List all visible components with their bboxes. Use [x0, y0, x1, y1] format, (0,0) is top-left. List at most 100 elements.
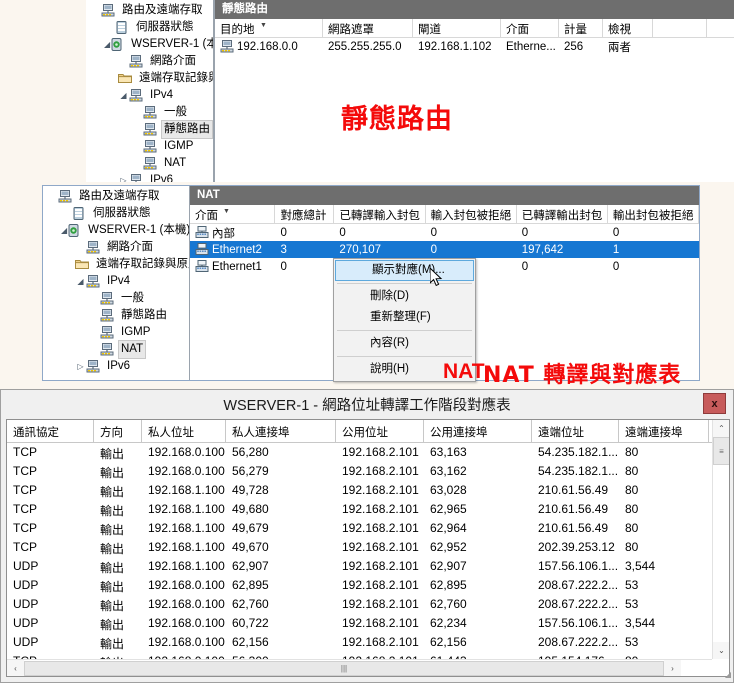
session-header-0[interactable]: 通訊協定 — [7, 420, 94, 442]
horizontal-scrollbar[interactable]: ‹ ||| › — [7, 659, 712, 676]
session-row[interactable]: TCP 輸出 192.168.0.100 56,279 192.168.2.101 63,… — [7, 462, 729, 481]
nat-console-tree[interactable]: 路由及遠端存取伺服器狀態 ◢ WSERVER-1 (本機) 網路介面 遠端存取記錄與原則… — [43, 186, 190, 380]
nat-cell-text: 內部 — [212, 228, 235, 240]
top-tree-item-4[interactable]: 遠端存取記錄與原則 — [86, 70, 213, 87]
nat-header-0[interactable]: 介面 ▼ — [190, 205, 276, 223]
top-tree-item-7[interactable]: 靜態路由 — [86, 120, 213, 139]
static-route-column-headers[interactable]: 目的地 ▼ 網路遮罩 閘道 介面 計量 檢視 — [215, 19, 734, 38]
session-cell: 210.61.56.49 — [538, 521, 609, 535]
close-button[interactable]: x — [703, 393, 726, 414]
scroll-right-button[interactable]: › — [664, 659, 681, 676]
expander-collapsed-icon[interactable]: ▷ — [118, 172, 129, 182]
session-header-1[interactable]: 方向 — [94, 420, 142, 442]
top-tree-item-8[interactable]: IGMP — [86, 138, 213, 155]
scroll-down-button[interactable]: ⌄ — [713, 642, 729, 659]
static-route-header-3[interactable]: 介面 — [501, 19, 559, 37]
session-row[interactable]: TCP 輸出 192.168.1.100 49,680 192.168.2.101 62,… — [7, 500, 729, 519]
top-tree-item-label: 路由及遠端存取 — [122, 4, 203, 16]
session-cell: 49,670 — [232, 540, 269, 554]
top-tree-item-0[interactable]: 路由及遠端存取 — [86, 2, 213, 19]
session-header-3[interactable]: 私人連接埠 — [226, 420, 336, 442]
static-route-header-6[interactable] — [653, 19, 707, 37]
folder-icon — [118, 72, 133, 86]
expander-collapsed-icon[interactable]: ▷ — [75, 358, 86, 375]
session-row[interactable]: UDP 輸出 192.168.0.100 62,760 192.168.2.101 62,… — [7, 595, 729, 614]
router-icon — [100, 342, 115, 357]
session-row[interactable]: TCP 輸出 192.168.1.100 49,728 192.168.2.101 63,… — [7, 481, 729, 500]
nat-header-2[interactable]: 已轉譯輸入封包 — [334, 205, 426, 223]
static-route-header-0[interactable]: 目的地 ▼ — [215, 19, 323, 37]
folder-icon — [75, 258, 90, 272]
context-menu-item-3[interactable]: 內容(R) — [334, 333, 475, 354]
top-tree-item-2[interactable]: ◢WSERVER-1 (本機) — [86, 36, 213, 53]
session-row[interactable]: TCP 輸出 192.168.1.100 49,670 192.168.2.101 62,… — [7, 538, 729, 557]
nat-header-5[interactable]: 輸出封包被拒絕 — [608, 205, 699, 223]
session-cell: 192.168.0.100 — [148, 445, 225, 459]
horizontal-scroll-thumb[interactable]: ||| — [24, 660, 664, 676]
nat-header-1[interactable]: 對應總計 — [275, 205, 335, 223]
expander-expanded-icon[interactable]: ◢ — [118, 87, 129, 104]
nat-tree-item-2[interactable]: ◢ WSERVER-1 (本機) — [43, 222, 189, 239]
nat-tree-item-3[interactable]: 網路介面 — [43, 239, 189, 256]
session-row[interactable]: UDP 輸出 192.168.0.100 60,722 192.168.2.101 62,… — [7, 614, 729, 633]
nat-tree-item-9[interactable]: NAT — [43, 340, 189, 359]
vertical-scroll-thumb[interactable]: ≡ — [713, 437, 729, 465]
static-route-row[interactable]: 192.168.0.0 255.255.255.0 192.168.1.102 Eth… — [215, 38, 734, 55]
static-route-header-1[interactable]: 網路遮罩 — [323, 19, 413, 37]
router-icon — [220, 40, 235, 54]
dialog-titlebar[interactable]: WSERVER-1 - 網路位址轉譯工作階段對應表 x — [1, 390, 733, 419]
session-row[interactable]: UDP 輸出 192.168.0.100 62,156 192.168.2.101 62,… — [7, 633, 729, 652]
resize-grip[interactable]: ◢ — [719, 669, 731, 681]
nat-column-headers[interactable]: 介面 ▼ 對應總計 已轉譯輸入封包 輸入封包被拒絕 已轉譯輸出封包 輸出封包被拒絕 — [190, 205, 699, 224]
context-menu-item-0[interactable]: 顯示對應(M)... — [335, 260, 474, 281]
static-route-header-5[interactable]: 檢視 — [603, 19, 653, 37]
top-tree-item-3[interactable]: 網路介面 — [86, 53, 213, 70]
top-tree-item-6[interactable]: 一般 — [86, 104, 213, 121]
top-console-tree[interactable]: 路由及遠端存取伺服器狀態◢WSERVER-1 (本機)網路介面遠端存取記錄與原則… — [86, 0, 214, 182]
top-tree-item-10[interactable]: ▷ IPv6 — [86, 172, 213, 182]
static-route-header-2[interactable]: 閘道 — [413, 19, 501, 37]
expander-expanded-icon[interactable]: ◢ — [75, 273, 86, 290]
static-route-header-4[interactable]: 計量 — [559, 19, 603, 37]
vertical-scrollbar[interactable]: ⌃ ≡ ⌄ — [712, 420, 729, 659]
scroll-left-button[interactable]: ‹ — [7, 659, 24, 676]
nat-tree-item-1[interactable]: 伺服器狀態 — [43, 205, 189, 222]
static-route-rows[interactable]: 192.168.0.0 255.255.255.0 192.168.1.102 Eth… — [215, 38, 734, 55]
nat-tree-item-6[interactable]: 一般 — [43, 290, 189, 307]
nat-tree-item-7[interactable]: 靜態路由 — [43, 307, 189, 324]
session-header-2[interactable]: 私人位址 — [142, 420, 226, 442]
session-cell: 208.67.222.2... — [538, 635, 619, 649]
session-row[interactable]: TCP 輸出 192.168.0.100 56,280 192.168.2.101 63,… — [7, 443, 729, 462]
nat-tree-item-4[interactable]: 遠端存取記錄與原則 — [43, 256, 189, 273]
router-icon — [86, 240, 101, 255]
nat-tree-item-label: 伺服器狀態 — [93, 207, 151, 219]
nat-tree-item-10[interactable]: ▷ IPv6 — [43, 358, 189, 375]
session-header-7[interactable]: 遠端連接埠 — [619, 420, 709, 442]
session-cell: 192.168.0.100 — [148, 578, 225, 592]
top-tree-item-9[interactable]: NAT — [86, 155, 213, 172]
session-row[interactable]: TCP 輸出 192.168.1.100 49,679 192.168.2.101 62,… — [7, 519, 729, 538]
context-menu-separator — [337, 283, 472, 284]
session-cell: 192.168.1.100 — [148, 559, 225, 573]
scroll-up-button[interactable]: ⌃ — [713, 420, 729, 437]
session-row[interactable]: UDP 輸出 192.168.1.100 62,907 192.168.2.101 62,… — [7, 557, 729, 576]
nat-header-3[interactable]: 輸入封包被拒絕 — [426, 205, 517, 223]
session-header-4[interactable]: 公用位址 — [336, 420, 424, 442]
nat-row[interactable]: Ethernet2 3 270,107 0 197,642 1 — [190, 241, 699, 258]
nat-tree-item-8[interactable]: IGMP — [43, 324, 189, 341]
nat-tree-item-5[interactable]: ◢ IPv4 — [43, 273, 189, 290]
context-menu-item-2[interactable]: 重新整理(F) — [334, 307, 475, 328]
top-tree-item-1[interactable]: 伺服器狀態 — [86, 19, 213, 36]
session-cell: 62,952 — [430, 540, 467, 554]
context-menu-item-1[interactable]: 刪除(D) — [334, 286, 475, 307]
nat-row[interactable]: 內部 0 0 0 0 0 — [190, 224, 699, 241]
session-header-6[interactable]: 遠端位址 — [532, 420, 619, 442]
session-row[interactable]: UDP 輸出 192.168.0.100 62,895 192.168.2.101 62,… — [7, 576, 729, 595]
nat-tree-item-0[interactable]: 路由及遠端存取 — [43, 188, 189, 205]
session-header-5[interactable]: 公用連接埠 — [424, 420, 532, 442]
session-cell: 輸出 — [100, 466, 125, 480]
session-column-headers[interactable]: 通訊協定 方向 私人位址 私人連接埠 公用位址 公用連接埠 遠端位址 遠端連接埠 — [7, 420, 729, 443]
nat-header-4[interactable]: 已轉譯輸出封包 — [517, 205, 608, 223]
top-tree-item-5[interactable]: ◢ IPv4 — [86, 87, 213, 104]
session-rows[interactable]: TCP 輸出 192.168.0.100 56,280 192.168.2.101 63,… — [7, 443, 729, 676]
